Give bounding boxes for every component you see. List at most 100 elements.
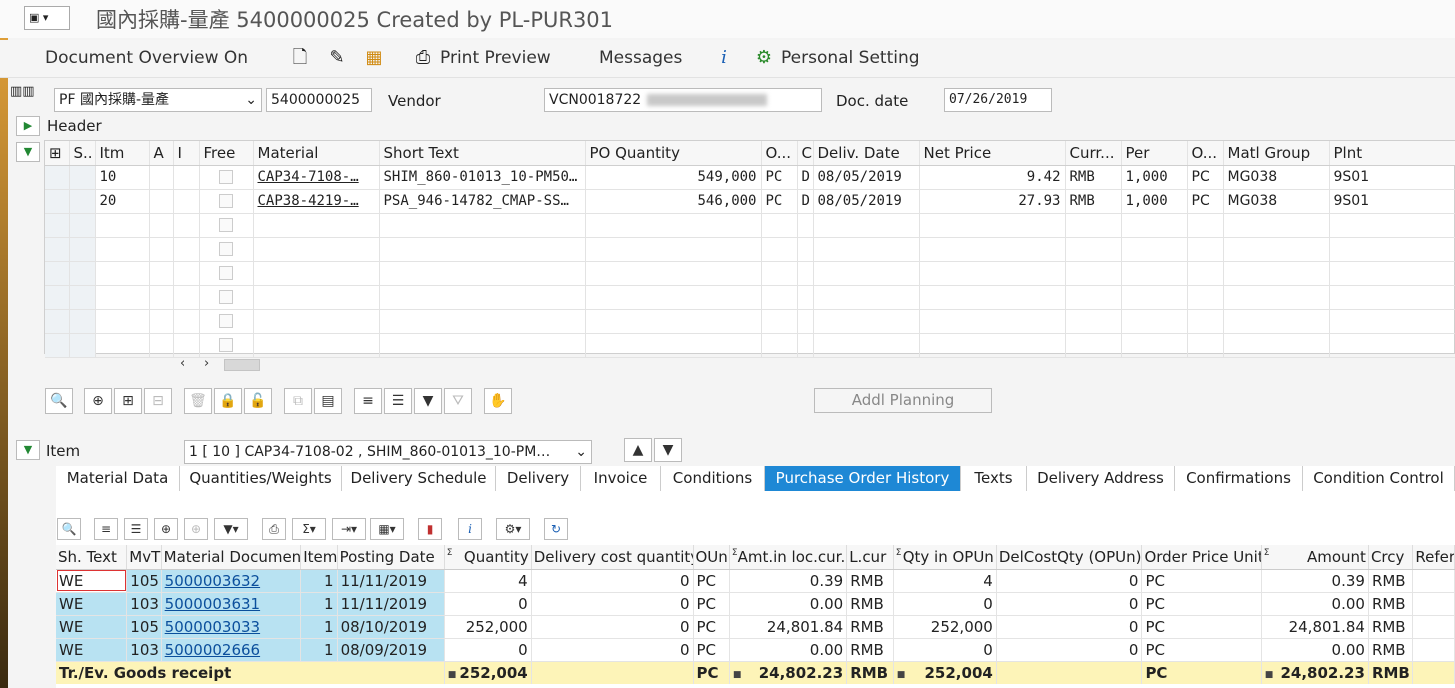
free-checkbox[interactable]: [219, 170, 233, 184]
personal-setting-button[interactable]: Personal Setting: [781, 48, 920, 68]
filter-icon[interactable]: ▼▾: [214, 518, 248, 540]
col-item[interactable]: Itm: [95, 141, 150, 166]
col-l-cur[interactable]: L.cur: [846, 545, 894, 570]
history-row[interactable]: WE 103 5000003631 1 11/11/2019 0 0 PC 0.…: [56, 592, 1455, 616]
print-preview-icon[interactable]: ⎙: [411, 45, 435, 71]
empty-row[interactable]: [45, 309, 1455, 334]
scroll-left-icon[interactable]: ‹: [180, 356, 185, 371]
col-quantity[interactable]: Σ Quantity: [444, 545, 532, 570]
subtotals-icon[interactable]: Σ▾: [292, 518, 326, 540]
find-next-icon[interactable]: ⊕: [184, 518, 208, 540]
sort-descending-icon[interactable]: ☰: [124, 518, 148, 540]
col-material-document[interactable]: Material Document: [161, 545, 302, 570]
col-order-price-unit[interactable]: O...: [1187, 141, 1224, 166]
paste-icon[interactable]: ▤: [314, 388, 342, 414]
tab-texts[interactable]: Texts: [961, 466, 1027, 491]
tab-delivery[interactable]: Delivery: [496, 466, 581, 491]
history-row[interactable]: WE 103 5000002666 1 08/09/2019 0 0 PC 0.…: [56, 638, 1455, 662]
col-amt-loc-cur[interactable]: Σ Amt.in loc.cur.: [729, 545, 848, 570]
tab-condition-control[interactable]: Condition Control: [1303, 466, 1455, 491]
col-delivery-cost-quantity[interactable]: Delivery cost quantity: [531, 545, 694, 570]
material-document-link[interactable]: 5000003631: [161, 592, 302, 616]
copy-line-icon[interactable]: ⊟: [144, 388, 172, 414]
sort-descending-icon[interactable]: ☰: [384, 388, 412, 414]
tab-confirmations[interactable]: Confirmations: [1175, 466, 1303, 491]
col-item-category[interactable]: I: [173, 141, 200, 166]
col-item[interactable]: Item: [300, 545, 338, 570]
personal-setting-icon[interactable]: ⚙: [752, 45, 776, 71]
col-material[interactable]: Material: [253, 141, 380, 166]
attachment-icon[interactable]: ✋: [484, 388, 512, 414]
col-per[interactable]: Per: [1121, 141, 1188, 166]
item-row[interactable]: 10 CAP34-7108-… SHIM_860-01013_10-PM50… …: [45, 165, 1455, 190]
item-row[interactable]: 20 CAP38-4219-… PSA_946-14782_CMAP-SS… 5…: [45, 189, 1455, 214]
grid-settings-icon[interactable]: ⊞: [45, 141, 70, 166]
col-oun[interactable]: OUn: [693, 545, 730, 570]
sort-ascending-icon[interactable]: ≡: [354, 388, 382, 414]
empty-row[interactable]: [45, 261, 1455, 286]
empty-row[interactable]: [45, 333, 1455, 358]
tab-purchase-order-history[interactable]: Purchase Order History: [765, 466, 961, 491]
col-free[interactable]: Free: [199, 141, 254, 166]
settings-icon[interactable]: ⚙▾: [496, 518, 530, 540]
col-matl-group[interactable]: Matl Group: [1223, 141, 1330, 166]
document-overview-button[interactable]: Document Overview On: [45, 48, 248, 68]
col-order-price-unit[interactable]: Order Price Unit: [1141, 545, 1262, 570]
lock-icon[interactable]: 🔒: [214, 388, 242, 414]
remove-filter-icon[interactable]: ⛛: [444, 388, 472, 414]
total-row[interactable]: Tr./Ev. Goods receipt ■ 252,004 PC ■ 24,80…: [56, 661, 1455, 684]
col-currency[interactable]: Curr...: [1065, 141, 1122, 166]
col-plant[interactable]: Plnt: [1329, 141, 1455, 166]
system-menu-button[interactable]: ▣ ▾: [24, 6, 70, 30]
refresh-icon[interactable]: ↻: [544, 518, 568, 540]
print-icon[interactable]: ⎙: [262, 518, 286, 540]
unlock-icon[interactable]: 🔓: [244, 388, 272, 414]
next-item-icon[interactable]: ▼: [654, 438, 682, 462]
empty-row[interactable]: [45, 285, 1455, 310]
vendor-field[interactable]: VCN0018722: [544, 88, 822, 112]
export-icon[interactable]: ⇥▾: [332, 518, 366, 540]
material-document-link[interactable]: 5000002666: [161, 638, 302, 662]
tab-conditions[interactable]: Conditions: [661, 466, 765, 491]
insert-line-icon[interactable]: ⊞: [114, 388, 142, 414]
po-number-field[interactable]: 5400000025: [266, 88, 372, 112]
info-icon[interactable]: i: [458, 518, 482, 540]
col-po-quantity[interactable]: PO Quantity: [585, 141, 762, 166]
scroll-right-icon[interactable]: ›: [204, 356, 209, 371]
sort-ascending-icon[interactable]: ≡: [94, 518, 118, 540]
item-select[interactable]: 1 [ 10 ] CAP34-7108-02 , SHIM_860-01013_…: [184, 440, 592, 464]
delete-icon[interactable]: 🗑: [184, 388, 212, 414]
empty-row[interactable]: [45, 237, 1455, 262]
copy-icon[interactable]: ⧉: [284, 388, 312, 414]
col-account-assignment[interactable]: A: [149, 141, 174, 166]
item-overview-expand-icon[interactable]: ▼: [16, 142, 40, 162]
doc-type-select[interactable]: PF 國內採購-量產 ⌄: [54, 88, 262, 112]
layout-icon[interactable]: ▦▾: [370, 518, 404, 540]
col-short-text[interactable]: Short Text: [379, 141, 586, 166]
filter-icon[interactable]: ▼: [414, 388, 442, 414]
header-expand-icon[interactable]: ▶: [16, 116, 40, 136]
col-crcy[interactable]: Crcy: [1368, 545, 1414, 570]
col-sh-text[interactable]: Sh. Text: [56, 545, 128, 570]
tab-invoice[interactable]: Invoice: [581, 466, 661, 491]
item-detail-expand-icon[interactable]: ▼: [16, 440, 40, 460]
find-icon[interactable]: ⊕: [154, 518, 178, 540]
tab-material-data[interactable]: Material Data: [56, 466, 180, 491]
free-checkbox[interactable]: [219, 194, 233, 208]
horizontal-scrollbar[interactable]: [224, 359, 260, 371]
col-posting-date[interactable]: Posting Date: [337, 545, 445, 570]
tab-quantities-weights[interactable]: Quantities/Weights: [180, 466, 342, 491]
col-category[interactable]: C: [797, 141, 814, 166]
new-document-icon[interactable]: 🗋: [288, 45, 312, 71]
tab-delivery-schedule[interactable]: Delivery Schedule: [342, 466, 496, 491]
col-amount[interactable]: Σ Amount: [1261, 545, 1369, 570]
display-change-icon[interactable]: ✎: [325, 45, 349, 71]
add-line-icon[interactable]: ⊕: [84, 388, 112, 414]
col-net-price[interactable]: Net Price: [919, 141, 1066, 166]
material-document-link[interactable]: 5000003033: [161, 615, 302, 639]
other-purchase-order-icon[interactable]: ▦: [362, 45, 386, 71]
col-reference[interactable]: Referen: [1412, 545, 1455, 570]
messages-button[interactable]: Messages: [599, 48, 682, 68]
previous-item-icon[interactable]: ▲: [624, 438, 652, 462]
item-details-icon[interactable]: 🔍: [45, 388, 73, 414]
